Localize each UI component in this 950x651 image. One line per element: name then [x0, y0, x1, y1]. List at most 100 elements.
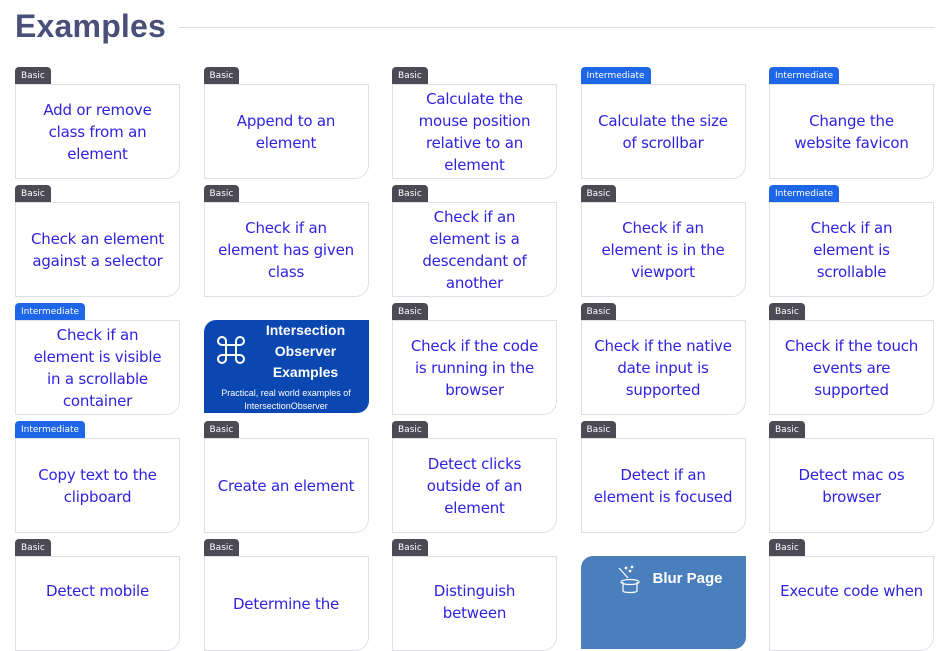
section-header: Examples [15, 4, 935, 48]
ad-subtitle: Practical, real world examples of Inters… [221, 388, 351, 411]
example-item: Basic Detect mobile [15, 539, 180, 651]
example-title: Check if an element is scrollable [810, 218, 893, 281]
level-badge: Intermediate [15, 303, 86, 321]
example-title: Check if an element is visible in a scro… [33, 325, 162, 410]
level-badge: Basic [203, 67, 240, 85]
level-badge: Basic [392, 539, 428, 557]
example-title: Check if the code is running in the brow… [410, 336, 539, 399]
example-item: Intermediate Calculate the size of scrol… [580, 67, 746, 179]
example-item: Intermediate Check if an element is scro… [769, 185, 934, 297]
example-card-link[interactable]: Execute code when [769, 556, 934, 651]
level-badge: Basic [203, 539, 240, 557]
example-title: Determine the [232, 594, 340, 613]
example-card-link[interactable]: Copy text to the clipboard [15, 438, 180, 533]
example-title: Distinguish between [433, 582, 516, 622]
level-badge: Basic [15, 185, 51, 203]
example-card-link[interactable]: Check if an element is scrollable [769, 202, 934, 297]
example-item: Basic Distinguish between [392, 539, 557, 651]
example-item: Basic Calculate the mouse position relat… [392, 67, 557, 179]
example-title: Check if an element is in the viewport [601, 218, 725, 281]
magic-hat-icon [618, 565, 640, 594]
level-badge: Basic [203, 421, 240, 439]
level-badge: Intermediate [580, 67, 651, 85]
example-item: Basic Check if the native date input is … [580, 303, 746, 415]
example-item: Intermediate Copy text to the clipboard [15, 421, 180, 533]
example-card-link[interactable]: Distinguish between [392, 556, 557, 651]
example-item: Basic Execute code when [769, 539, 934, 651]
example-title: Create an element [217, 476, 355, 495]
example-card-link[interactable]: Add or remove class from an element [15, 84, 180, 179]
level-badge: Basic [392, 185, 428, 203]
example-title: Detect if an element is focused [593, 465, 733, 506]
example-card-link[interactable]: Check if an element is in the viewport [580, 202, 746, 297]
example-title: Execute code when [780, 582, 923, 600]
level-badge: Intermediate [769, 67, 840, 85]
level-badge: Basic [15, 67, 51, 85]
level-badge: Basic [392, 67, 428, 85]
level-badge: Basic [392, 303, 428, 321]
level-badge: Basic [769, 539, 805, 557]
example-item: Basic Check if an element is a descendan… [392, 185, 557, 297]
example-item: Basic Create an element [203, 421, 369, 533]
example-item: Basic Detect clicks outside of an elemen… [392, 421, 557, 533]
example-item: Basic Check if an element is in the view… [580, 185, 746, 297]
intersection-observer-ad[interactable]: Intersection Observer Examples Practical… [203, 320, 369, 413]
example-card-link[interactable]: Calculate the size of scrollbar [580, 84, 746, 179]
example-title: Detect clicks outside of an element [426, 454, 523, 517]
examples-grid: Basic Add or remove class from an elemen… [15, 67, 934, 651]
ad-title: Blur Page [652, 570, 723, 587]
example-card-link[interactable]: Calculate the mouse position relative to… [392, 84, 557, 179]
header-divider [179, 26, 935, 28]
example-item: Basic Add or remove class from an elemen… [15, 67, 180, 179]
blur-page-ad-item: Blur Page [580, 539, 746, 651]
example-card-link[interactable]: Check an element against a selector [15, 202, 180, 297]
example-title: Add or remove class from an element [43, 100, 152, 163]
example-item: Basic Check an element against a selecto… [15, 185, 180, 297]
example-item: Basic Check if an element has given clas… [203, 185, 369, 297]
example-card-link[interactable]: Check if an element is a descendant of a… [392, 202, 557, 297]
example-card-link[interactable]: Detect mac os browser [769, 438, 934, 533]
example-title: Check if the native date input is suppor… [594, 336, 732, 399]
example-item: Basic Detect if an element is focused [580, 421, 746, 533]
example-item: Basic Check if the touch events are supp… [769, 303, 934, 415]
example-title: Change the website favicon [794, 111, 909, 152]
blur-page-ad[interactable]: Blur Page [580, 556, 746, 649]
level-badge: Basic [769, 303, 805, 321]
example-title: Copy text to the clipboard [38, 465, 157, 506]
example-card-link[interactable]: Check if the native date input is suppor… [580, 320, 746, 415]
example-card-link[interactable]: Detect clicks outside of an element [392, 438, 557, 533]
example-item: Basic Determine the [203, 539, 369, 651]
example-card-link[interactable]: Check if the touch events are supported [769, 320, 934, 415]
example-card-link[interactable]: Check if the code is running in the brow… [392, 320, 557, 415]
page-title: Examples [15, 7, 167, 44]
ad-title: Intersection Observer Examples [265, 322, 346, 380]
example-card-link[interactable]: Change the website favicon [769, 84, 934, 179]
example-card-link[interactable]: Determine the [203, 556, 369, 651]
level-badge: Basic [580, 185, 617, 203]
example-card-link[interactable]: Check if an element has given class [203, 202, 369, 297]
command-icon [216, 336, 245, 364]
intersection-observer-ad-item: Intersection Observer Examples Practical… [203, 303, 369, 415]
example-item: Basic Append to an element [203, 67, 369, 179]
level-badge: Basic [15, 539, 51, 557]
level-badge: Intermediate [769, 185, 840, 203]
example-title: Check if the touch events are supported [784, 336, 919, 399]
example-card-link[interactable]: Detect if an element is focused [580, 438, 746, 533]
level-badge: Basic [203, 185, 240, 203]
level-badge: Intermediate [15, 421, 86, 439]
example-title: Check if an element has given class [218, 218, 354, 281]
example-title: Calculate the mouse position relative to… [418, 89, 531, 174]
example-card-link[interactable]: Create an element [203, 438, 369, 533]
example-title: Check if an element is a descendant of a… [422, 207, 527, 292]
example-card-link[interactable]: Check if an element is visible in a scro… [15, 320, 180, 415]
example-item: Basic Detect mac os browser [769, 421, 934, 533]
example-title: Detect mac os browser [798, 465, 905, 506]
level-badge: Basic [580, 303, 617, 321]
example-item: Basic Check if the code is running in th… [392, 303, 557, 415]
example-card-link[interactable]: Append to an element [203, 84, 369, 179]
level-badge: Basic [580, 421, 617, 439]
level-badge: Basic [392, 421, 428, 439]
example-title: Calculate the size of scrollbar [598, 111, 728, 152]
example-card-link[interactable]: Detect mobile [15, 556, 180, 651]
example-item: Intermediate Check if an element is visi… [15, 303, 180, 415]
